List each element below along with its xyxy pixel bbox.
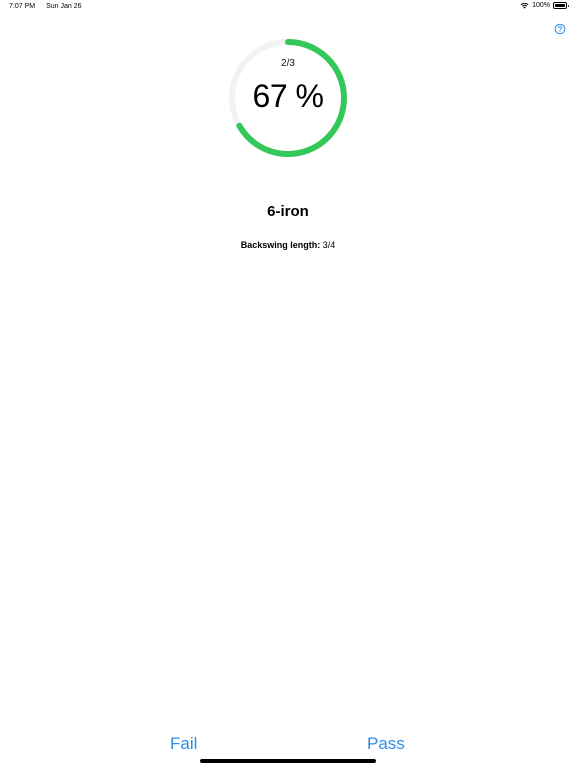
- progress-percent: 67 %: [252, 78, 324, 114]
- status-bar: 7:07 PM Sun Jan 26 100%: [0, 0, 576, 14]
- status-time: 7:07 PM: [9, 3, 36, 10]
- club-title: 6-iron: [267, 203, 309, 220]
- battery-icon: [553, 2, 569, 9]
- pass-button[interactable]: Pass: [367, 734, 405, 754]
- progress-count: 2/3: [281, 58, 295, 69]
- backswing-value: 3/4: [322, 240, 336, 250]
- progress-ring: 2/3 67 %: [228, 38, 348, 158]
- home-indicator[interactable]: [200, 759, 376, 763]
- wifi-icon: [520, 2, 529, 9]
- battery-fill: [555, 4, 565, 7]
- status-right: 100%: [520, 2, 569, 9]
- fail-button[interactable]: Fail: [170, 734, 197, 754]
- battery-percent: 100%: [532, 2, 550, 9]
- help-button[interactable]: [554, 22, 566, 35]
- help-circle-icon: [554, 23, 566, 35]
- backswing-label: Backswing length:: [240, 240, 321, 250]
- status-left: 7:07 PM Sun Jan 26: [9, 3, 82, 10]
- status-date: Sun Jan 26: [46, 3, 82, 10]
- backswing-detail: Backswing length: 3/4: [0, 240, 576, 250]
